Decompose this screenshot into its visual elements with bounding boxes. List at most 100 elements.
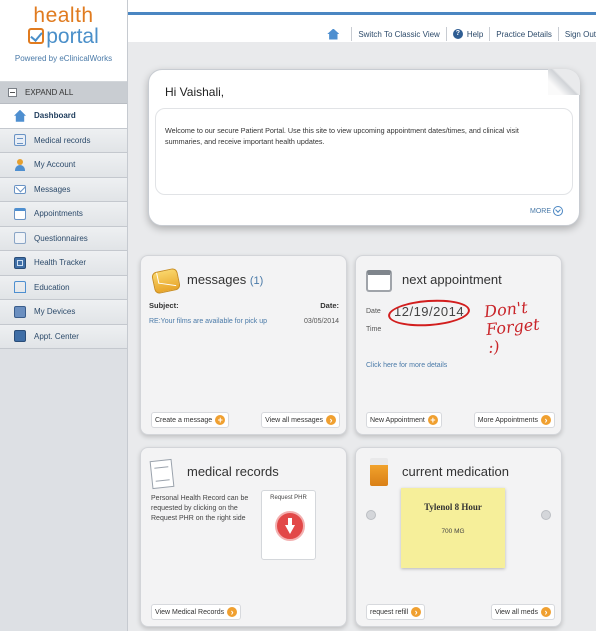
switch-classic-view-link[interactable]: Switch To Classic View [358, 30, 440, 39]
request-refill-button[interactable]: request refill › [366, 604, 426, 620]
education-icon [14, 281, 26, 294]
medication-footer: request refill › View all meds › [356, 598, 561, 626]
help-icon: ? [452, 29, 463, 39]
messages-title: messages (1) [187, 272, 264, 287]
help-link[interactable]: ? Help [452, 29, 483, 39]
welcome-inner-frame [155, 108, 573, 195]
health-portal-logo[interactable]: health portal Powered by eClinicalWorks [0, 0, 127, 82]
logo-line2: portal [28, 26, 99, 48]
previous-dot-icon[interactable] [366, 510, 376, 520]
sidebar-item-label: Dashboard [34, 111, 76, 121]
collapse-icon [8, 88, 17, 97]
sidebar-item-appt-center[interactable]: Appt. Center [0, 324, 127, 349]
create-message-button[interactable]: Create a message + [151, 412, 230, 428]
clipboard-icon [149, 458, 175, 490]
appointment-details-link[interactable]: Click here for more details [366, 362, 447, 369]
home-icon[interactable] [327, 28, 340, 40]
tracker-icon [14, 256, 26, 269]
message-row[interactable]: RE:Your films are available for pick up 0… [149, 318, 339, 325]
welcome-panel: Hi Vaishali, Welcome to our secure Patie… [148, 69, 580, 226]
sidebar-item-label: Medical records [34, 135, 91, 145]
view-medical-records-button[interactable]: View Medical Records › [151, 604, 242, 620]
sidebar-item-label: My Devices [34, 307, 76, 317]
questionnaire-icon [14, 232, 26, 245]
sidebar-item-label: Messages [34, 184, 71, 194]
greeting: Hi Vaishali, [165, 85, 225, 99]
time-label: Time [366, 326, 382, 333]
home-icon [14, 109, 26, 122]
chevron-down-icon [553, 206, 563, 216]
arrow-right-icon: › [326, 415, 336, 425]
message-subject: RE:Your films are available for pick up [149, 318, 268, 325]
expand-all-label: EXPAND ALL [25, 88, 74, 97]
medication-sticky-note: Tylenol 8 Hour 700 MG [401, 488, 505, 568]
welcome-message: Welcome to our secure Patient Portal. Us… [165, 126, 519, 146]
next-dot-icon[interactable] [541, 510, 551, 520]
mail-icon [14, 184, 26, 194]
view-all-meds-button[interactable]: View all meds › [490, 604, 555, 620]
date-label: Date [366, 308, 381, 315]
document-icon [14, 134, 26, 147]
arrow-right-icon: › [227, 607, 238, 617]
sidebar-item-label: My Account [34, 160, 76, 170]
next-appointment-card: next appointment Date Time 12/19/2014 Do… [355, 255, 562, 435]
top-links: Switch To Classic View ? Help Practice De… [327, 27, 596, 41]
envelope-icon [150, 267, 182, 295]
expand-all-button[interactable]: EXPAND ALL [0, 82, 127, 104]
divider [557, 27, 559, 41]
arrow-right-icon: › [411, 607, 422, 617]
divider [445, 27, 447, 41]
view-all-messages-button[interactable]: View all messages › [261, 412, 340, 428]
divider [489, 27, 491, 41]
medical-records-card: medical records Personal Health Record c… [140, 447, 347, 627]
sidebar-item-dashboard[interactable]: Dashboard [0, 104, 127, 129]
sidebar-item-messages[interactable]: Messages [0, 177, 127, 202]
sidebar: health portal Powered by eClinicalWorks … [0, 0, 128, 631]
sidebar-item-my-account[interactable]: My Account [0, 153, 127, 178]
top-bar: Switch To Classic View ? Help Practice De… [128, 12, 596, 42]
message-date: 03/05/2014 [303, 318, 339, 325]
sidebar-item-education[interactable]: Education [0, 275, 127, 300]
practice-details-link[interactable]: Practice Details [496, 30, 552, 39]
checkmark-icon [28, 28, 45, 44]
sidebar-item-label: Appointments [34, 209, 83, 219]
records-footer: View Medical Records › [141, 598, 346, 626]
more-appointments-button[interactable]: More Appointments › [473, 412, 555, 428]
dont-forget-note: Don't Forget :) [483, 297, 541, 357]
new-appointment-button[interactable]: New Appointment + [366, 412, 442, 428]
device-icon [14, 305, 26, 318]
sidebar-item-label: Appt. Center [34, 331, 79, 341]
sidebar-item-my-devices[interactable]: My Devices [0, 300, 127, 325]
sidebar-item-questionnaires[interactable]: Questionnaires [0, 226, 127, 251]
powered-by: Powered by eClinicalWorks [14, 54, 113, 63]
pill-bottle-icon [370, 458, 388, 486]
phr-description: Personal Health Record can be requested … [151, 495, 249, 522]
sidebar-item-label: Questionnaires [34, 233, 88, 243]
arrow-right-icon: › [541, 415, 551, 425]
appointment-title: next appointment [402, 272, 502, 287]
current-medication-card: current medication Tylenol 8 Hour 700 MG… [355, 447, 562, 627]
medical-records-title: medical records [187, 464, 279, 479]
sign-out-link[interactable]: Sign Out [565, 30, 596, 39]
person-icon [14, 158, 26, 171]
drug-name: Tylenol 8 Hour [424, 502, 482, 512]
sidebar-item-medical-records[interactable]: Medical records [0, 128, 127, 153]
divider [351, 27, 353, 41]
red-circle-annotation [387, 297, 471, 329]
calendar-icon [366, 270, 392, 292]
sidebar-item-appointments[interactable]: Appointments [0, 202, 127, 227]
appointment-center-icon [14, 330, 26, 343]
calendar-icon [14, 207, 26, 220]
messages-count: (1) [249, 275, 264, 287]
page-curl [548, 69, 580, 95]
messages-card: messages (1) Subject: Date: RE:Your films… [140, 255, 347, 435]
arrow-right-icon: › [541, 607, 551, 617]
appointment-footer: New Appointment + More Appointments › [356, 406, 561, 434]
plus-icon: + [427, 415, 438, 425]
download-arrow-icon[interactable] [275, 511, 305, 541]
sidebar-item-label: Health Tracker [34, 258, 87, 268]
more-button[interactable]: MORE [530, 206, 563, 216]
request-phr-panel: Request PHR [261, 490, 316, 560]
logo-line1: health [33, 4, 94, 27]
sidebar-item-health-tracker[interactable]: Health Tracker [0, 251, 127, 276]
